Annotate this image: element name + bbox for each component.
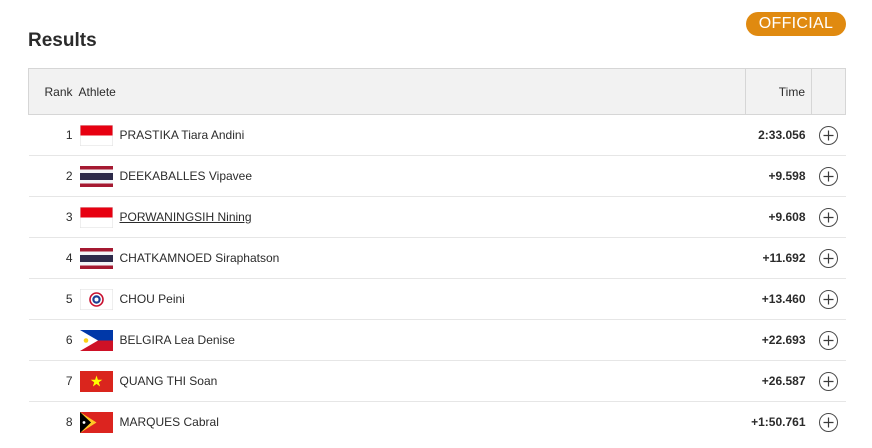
table-row[interactable]: 3 PORWANINGSIH Nining +9.608 xyxy=(28,196,846,238)
athlete-name[interactable]: PRASTIKA Tiara Andini xyxy=(120,128,245,142)
time-cell: +22.693 xyxy=(745,319,812,361)
timor-leste-flag-icon xyxy=(79,411,113,433)
rank-cell: 6 xyxy=(28,319,79,361)
time-cell: +26.587 xyxy=(745,360,812,402)
rank-cell: 8 xyxy=(65,415,73,430)
vietnam-flag-icon xyxy=(79,370,113,392)
athlete-name[interactable]: DEEKABALLES Vipavee xyxy=(120,169,253,183)
thailand-flag-icon xyxy=(79,165,113,187)
plus-circle-icon[interactable] xyxy=(819,125,838,145)
rank-cell: 5 xyxy=(28,278,79,320)
indonesia-flag-icon xyxy=(79,124,113,146)
rank-cell: 4 xyxy=(28,237,79,279)
plus-circle-icon[interactable] xyxy=(819,166,838,186)
table-row[interactable]: 4 CHATKAMNOED Siraphatson +11.692 xyxy=(28,237,846,279)
thailand-flag-icon xyxy=(79,247,113,269)
rank-cell: 2 xyxy=(28,155,79,197)
table-row[interactable]: 7 QUANG THI Soan +26.587 xyxy=(28,360,846,402)
plus-circle-icon[interactable] xyxy=(819,248,838,268)
column-header-athlete: Athlete xyxy=(78,68,746,115)
column-header-rank: Rank xyxy=(28,68,79,115)
time-cell: 2:33.056 xyxy=(745,114,812,156)
plus-circle-icon[interactable] xyxy=(819,371,838,391)
table-row[interactable]: 8 MARQUES Cabral +1:50.761 xyxy=(29,402,846,443)
results-table: Rank Athlete Time 1 PRASTIKA Tiara Andin… xyxy=(28,68,846,443)
rank-cell: 7 xyxy=(28,360,79,402)
rank-cell: 1 xyxy=(28,114,79,156)
table-row[interactable]: 6 BELGIRA Lea Denise +22.693 xyxy=(28,319,846,361)
athlete-name[interactable]: MARQUES Cabral xyxy=(120,415,219,429)
table-header-row: Rank Athlete Time xyxy=(28,68,846,115)
athlete-name[interactable]: CHATKAMNOED Siraphatson xyxy=(120,251,280,265)
plus-circle-icon[interactable] xyxy=(819,289,838,309)
table-row[interactable]: 1 PRASTIKA Tiara Andini 2:33.056 xyxy=(28,114,846,156)
table-row[interactable]: 2 DEEKABALLES Vipavee +9.598 xyxy=(28,155,846,197)
plus-circle-icon[interactable] xyxy=(819,330,838,350)
philippines-flag-icon xyxy=(79,329,113,351)
column-header-time: Time xyxy=(745,68,812,115)
athlete-name[interactable]: BELGIRA Lea Denise xyxy=(120,333,235,347)
time-cell: +9.608 xyxy=(745,196,812,238)
time-cell: +1:50.761 xyxy=(751,415,806,430)
athlete-name[interactable]: CHOU Peini xyxy=(120,292,185,306)
status-badge: OFFICIAL xyxy=(746,12,846,36)
time-cell: +11.692 xyxy=(745,237,812,279)
athlete-name-link[interactable]: PORWANINGSIH Nining xyxy=(120,210,252,224)
chinese-taipei-flag-icon xyxy=(79,288,113,310)
time-cell: +9.598 xyxy=(745,155,812,197)
page-title: Results xyxy=(28,30,97,51)
plus-circle-icon[interactable] xyxy=(819,207,838,227)
rank-cell: 3 xyxy=(28,196,79,238)
table-row[interactable]: 5 CHOU Peini +13.460 xyxy=(28,278,846,320)
indonesia-flag-icon xyxy=(79,206,113,228)
plus-circle-icon[interactable] xyxy=(819,412,838,432)
results-page: Results OFFICIAL Rank Athlete Time 1 PRA… xyxy=(0,0,872,448)
time-cell: +13.460 xyxy=(745,278,812,320)
column-header-expand xyxy=(811,68,846,115)
athlete-name[interactable]: QUANG THI Soan xyxy=(120,374,218,388)
